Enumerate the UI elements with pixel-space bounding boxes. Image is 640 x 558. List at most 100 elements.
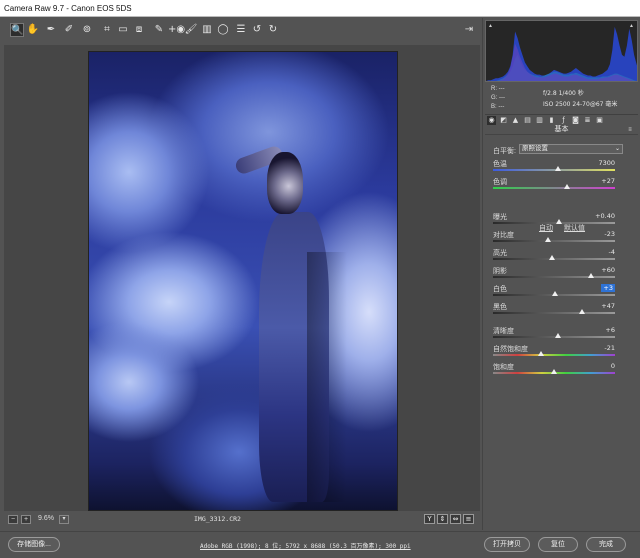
crop-tool-icon[interactable]: ⌗ [100, 23, 114, 37]
slider-track[interactable] [493, 333, 615, 338]
slider-thumb[interactable] [555, 219, 562, 224]
panel-menu-icon[interactable]: ≡ [626, 126, 634, 134]
slider-label: 白色 [493, 286, 507, 293]
slider-row: 阴影 +60 [491, 266, 633, 284]
image-preview-area[interactable] [4, 45, 480, 511]
slider-thumb[interactable] [579, 309, 586, 314]
slider-thumb[interactable] [544, 237, 551, 242]
tab-split-toning-icon[interactable]: ▥ [535, 116, 544, 125]
tab-tone-curve-icon[interactable]: ◩ [499, 116, 508, 125]
slider-thumb[interactable] [548, 255, 555, 260]
slider-row: 白色 +3 [491, 284, 633, 302]
toolbar: 🔍 ✋ ✒ ✐ ⊚ ⌗ ▭ ⧈ ✎ +◉ 🖌 ▥ ◯ ☰ ↺ ↻ ⇥ [0, 18, 480, 44]
slider-value[interactable]: +3 [601, 284, 615, 292]
preferences-icon[interactable]: ☰ [234, 23, 248, 37]
slider-thumb[interactable] [537, 351, 544, 356]
exif-iso-lens: ISO 2500 24-70@67 毫米 [543, 101, 618, 108]
slider-track[interactable] [493, 255, 615, 260]
slider-value[interactable]: +60 [601, 266, 615, 274]
panel-tabs: ◉ ◩ ▲ ▤ ▥ ▮ ƒ ◙ ≣ ▣ [485, 114, 638, 125]
zoom-in-button[interactable]: + [21, 515, 31, 524]
slider-value[interactable]: +47 [601, 302, 615, 310]
radial-filter-icon[interactable]: ◯ [216, 23, 230, 37]
window-title: Camera Raw 9.7 - Canon EOS 5DS [0, 0, 640, 17]
workflow-options-link[interactable]: Adobe RGB (1998); 8 位; 5792 x 8688 (50.3… [200, 541, 411, 550]
slider-value[interactable]: -21 [604, 344, 615, 352]
slider-value[interactable]: -4 [609, 248, 615, 256]
graduated-filter-icon[interactable]: ▥ [200, 23, 214, 37]
slider-track[interactable] [493, 273, 615, 278]
open-preferences-export-icon[interactable]: ⇥ [462, 23, 476, 37]
straighten-tool-icon[interactable]: ▭ [116, 23, 130, 37]
tab-camera-calibration-icon[interactable]: ◙ [571, 116, 580, 125]
slider-thumb[interactable] [554, 333, 561, 338]
bottom-bar: 存储图像... Adobe RGB (1998); 8 位; 5792 x 86… [0, 531, 640, 558]
zoom-out-button[interactable]: − [8, 515, 18, 524]
slider-thumb[interactable] [552, 291, 559, 296]
photo-figure-head [267, 152, 303, 214]
slider-value[interactable]: 7300 [598, 159, 615, 167]
histogram-blue-channel [486, 26, 637, 81]
tab-basic-icon[interactable]: ◉ [487, 116, 496, 125]
slider-value[interactable]: -23 [604, 230, 615, 238]
slider-value[interactable]: +0.40 [595, 212, 615, 220]
shadow-clipping-warning-icon[interactable]: ▲ [488, 23, 494, 29]
rotate-ccw-icon[interactable]: ↺ [250, 23, 264, 37]
slider-track[interactable] [493, 219, 615, 224]
slider-track[interactable] [493, 291, 615, 296]
slider-value[interactable]: +6 [605, 326, 615, 334]
panel-header: 基本 ≡ [485, 125, 638, 135]
slider-thumb[interactable] [554, 166, 561, 171]
slider-track[interactable] [493, 184, 615, 189]
tab-detail-icon[interactable]: ▲ [511, 116, 520, 125]
tab-effects-icon[interactable]: ƒ [559, 116, 568, 125]
zoom-tool-icon[interactable]: 🔍 [10, 23, 24, 37]
white-balance-tool-icon[interactable]: ✒ [44, 23, 58, 37]
red-eye-tool-icon[interactable]: +◉ [168, 23, 185, 37]
color-sampler-tool-icon[interactable]: ✐ [62, 23, 76, 37]
tab-snapshots-icon[interactable]: ▣ [595, 116, 604, 125]
tab-lens-icon[interactable]: ▮ [547, 116, 556, 125]
slider-track[interactable] [493, 309, 615, 314]
slider-track[interactable] [493, 237, 615, 242]
status-bar: − + 9.6% ▾ IMG_3312.CR2 Y ⇕ ⇔ ≡ [4, 512, 480, 527]
hand-tool-icon[interactable]: ✋ [26, 23, 40, 37]
white-balance-select[interactable]: 原照设置 ⌄ [519, 144, 623, 154]
slider-thumb[interactable] [587, 273, 594, 278]
view-swap-button[interactable]: ⇕ [437, 514, 448, 524]
tab-hsl-icon[interactable]: ▤ [523, 116, 532, 125]
slider-row: 黑色 +47 [491, 302, 633, 320]
done-button[interactable]: 完成 [586, 537, 626, 552]
slider-track[interactable] [493, 166, 615, 171]
open-copy-button[interactable]: 打开拷贝 [484, 537, 530, 552]
tab-presets-icon[interactable]: ≣ [583, 116, 592, 125]
slider-track[interactable] [493, 351, 615, 356]
rotate-cw-icon[interactable]: ↻ [266, 23, 280, 37]
adjustment-brush-icon[interactable]: 🖌 [184, 23, 198, 37]
slider-thumb[interactable] [551, 369, 557, 374]
transform-tool-icon[interactable]: ⧈ [132, 23, 146, 37]
view-copy-settings-button[interactable]: ⇔ [450, 514, 461, 524]
highlight-clipping-warning-icon[interactable]: ▲ [629, 23, 635, 29]
view-settings-menu-button[interactable]: ≡ [463, 514, 474, 524]
slider-label: 自然饱和度 [493, 346, 528, 353]
view-before-after-button-y[interactable]: Y [424, 514, 435, 524]
spot-removal-tool-icon[interactable]: ✎ [152, 23, 166, 37]
slider-row: 饱和度 0 [491, 362, 633, 380]
slider-track[interactable] [493, 369, 615, 374]
save-image-button[interactable]: 存储图像... [8, 537, 60, 552]
panel-title: 基本 [554, 126, 569, 133]
b-label: B: --- [491, 104, 505, 110]
targeted-adjustment-tool-icon[interactable]: ⊚ [80, 23, 94, 37]
reset-button[interactable]: 复位 [538, 537, 578, 552]
slider-value[interactable]: +27 [601, 177, 615, 185]
white-balance-label: 白平衡: [493, 148, 516, 155]
slider-row: 清晰度 +6 [491, 326, 633, 344]
slider-label: 色调 [493, 179, 507, 186]
zoom-level: 9.6% [38, 515, 54, 522]
photo-preview[interactable] [88, 51, 398, 511]
file-name: IMG_3312.CR2 [194, 515, 241, 523]
slider-thumb[interactable] [564, 184, 571, 189]
slider-value[interactable]: 0 [611, 362, 615, 370]
zoom-dropdown[interactable]: ▾ [59, 515, 69, 524]
